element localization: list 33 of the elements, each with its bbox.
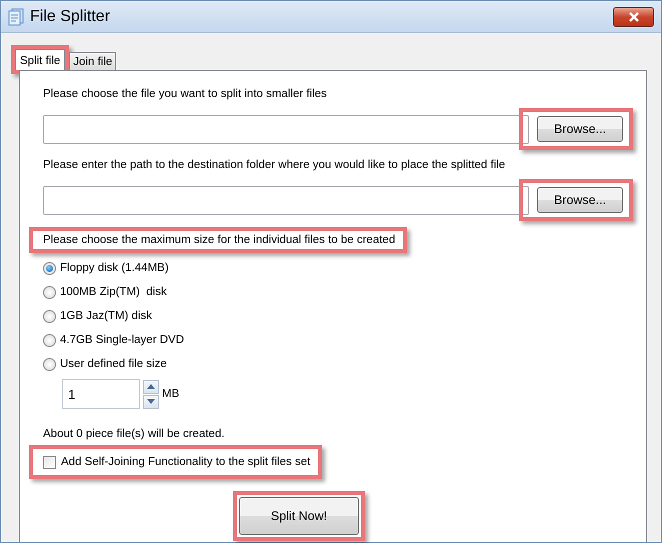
down-arrow-icon: [147, 399, 155, 404]
up-arrow-icon: [147, 384, 155, 389]
spin-down-button[interactable]: [143, 394, 159, 408]
estimate-text: About 0 piece file(s) will be created.: [43, 427, 226, 442]
radio-label: 1GB Jaz(TM) disk: [60, 310, 152, 322]
split-button[interactable]: Split Now!: [239, 497, 359, 535]
radio-button[interactable]: [43, 310, 56, 322]
radio-button[interactable]: [43, 262, 56, 274]
browse-button[interactable]: Browse...: [537, 187, 623, 213]
path-field[interactable]: [43, 114, 529, 144]
checkbox[interactable]: [43, 456, 56, 468]
radio-button[interactable]: [43, 358, 56, 370]
tab[interactable]: Split file: [15, 49, 66, 70]
spin-up-button[interactable]: [143, 380, 159, 394]
radio-label: Floppy disk (1.44MB): [60, 262, 169, 274]
unit-label: MB: [162, 388, 180, 400]
radio-button[interactable]: [43, 286, 56, 298]
close-button[interactable]: [613, 6, 654, 26]
radio-label: 4.7GB Single-layer DVD: [60, 334, 184, 346]
browse-button[interactable]: Browse...: [537, 116, 623, 142]
close-icon: [628, 12, 640, 22]
document-icon: [8, 8, 24, 26]
radio-button[interactable]: [43, 334, 56, 346]
field-label: Please enter the path to the destination folder where you would like to place the splitted file: [43, 158, 506, 173]
size-input[interactable]: 1: [62, 379, 140, 409]
tab[interactable]: Join file: [69, 52, 116, 70]
radio-label: 100MB Zip(TM) disk: [60, 286, 167, 298]
field-label: Please choose the file you want to split into smaller files: [43, 87, 328, 102]
radio-label: User defined file size: [60, 358, 167, 370]
path-field[interactable]: [43, 186, 529, 214]
window-title: File Splitter: [30, 8, 110, 26]
checkbox-label: Add Self-Joining Functionality to the split files set: [61, 456, 310, 468]
size-label: Please choose the maximum size for the individual files to be created: [43, 233, 396, 248]
